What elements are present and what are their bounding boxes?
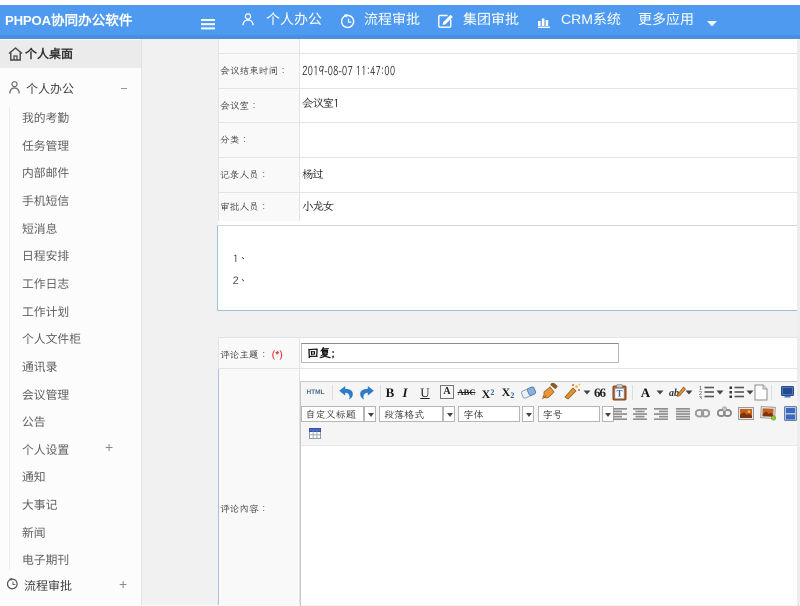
svg-text:ab: ab — [669, 388, 679, 399]
svg-text:3: 3 — [699, 396, 702, 399]
svg-text:T: T — [616, 388, 622, 398]
